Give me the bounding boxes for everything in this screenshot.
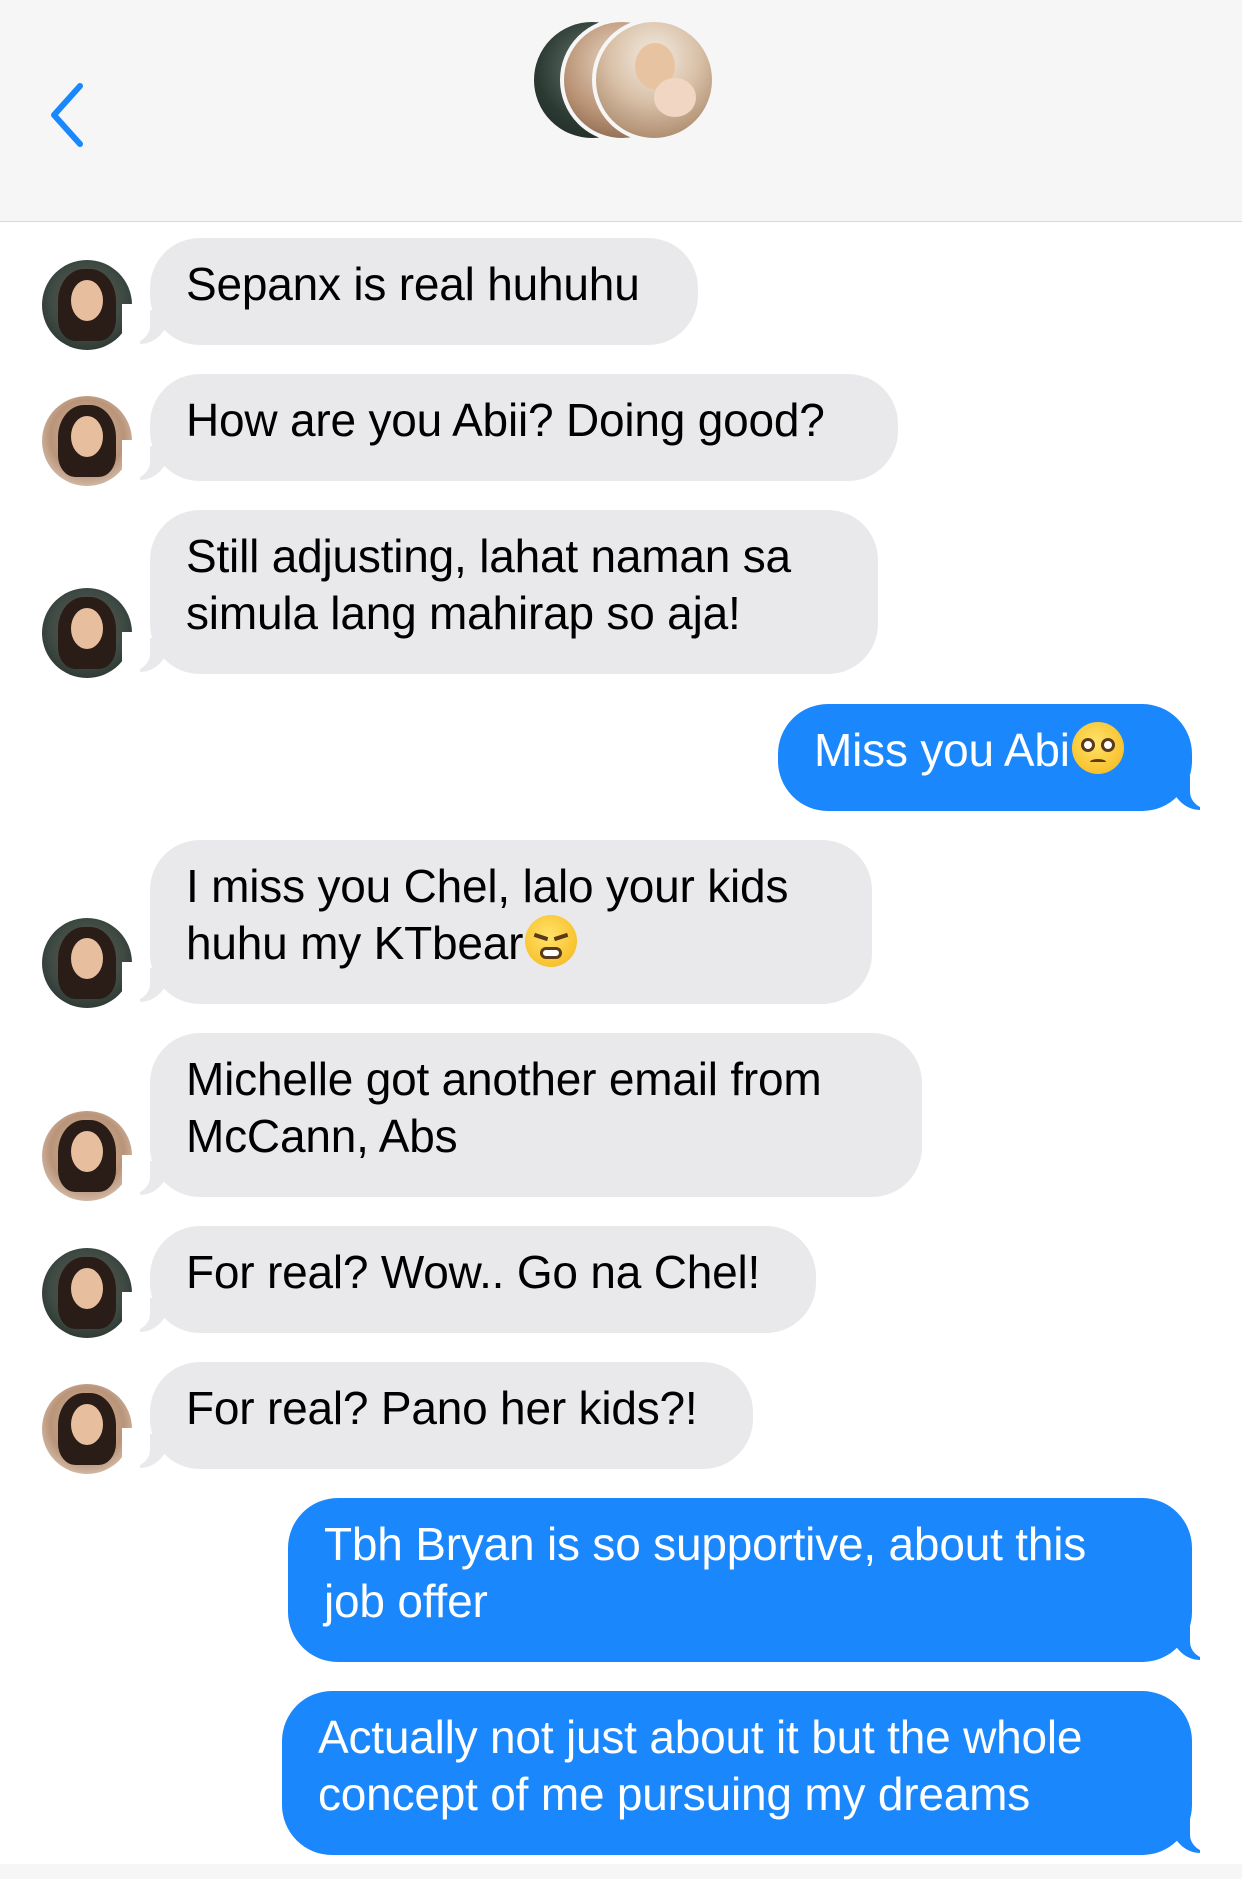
chevron-left-icon[interactable] xyxy=(44,80,94,150)
sender-avatar[interactable] xyxy=(42,260,132,350)
message-text-line-1: Michelle got another email from xyxy=(186,1053,822,1105)
message-row: Still adjusting, lahat naman sa simula l… xyxy=(0,510,1242,678)
conversation-header xyxy=(0,0,1242,222)
message-text: For real? Pano her kids?! xyxy=(186,1382,698,1434)
bottom-edge xyxy=(0,1864,1242,1879)
sender-avatar[interactable] xyxy=(42,918,132,1008)
message-row: Michelle got another email from McCann, … xyxy=(0,1033,1242,1201)
sender-avatar[interactable] xyxy=(42,1248,132,1338)
incoming-message-bubble[interactable]: For real? Wow.. Go na Chel! xyxy=(150,1226,816,1333)
message-row: For real? Wow.. Go na Chel! xyxy=(0,1226,1242,1338)
sender-avatar[interactable] xyxy=(42,1384,132,1474)
sender-avatar[interactable] xyxy=(42,396,132,486)
message-row: Tbh Bryan is so supportive, about this j… xyxy=(0,1498,1242,1664)
message-text-line-2: McCann, Abs xyxy=(186,1110,458,1162)
incoming-message-bubble[interactable]: For real? Pano her kids?! xyxy=(150,1362,753,1469)
message-text-line-2: job offer xyxy=(324,1575,488,1627)
message-row: Actually not just about it but the whole… xyxy=(0,1691,1242,1857)
message-row: Miss you Abi xyxy=(0,704,1242,814)
message-row: Sepanx is real huhuhu xyxy=(0,238,1242,350)
outgoing-message-bubble[interactable]: Tbh Bryan is so supportive, about this j… xyxy=(288,1498,1192,1662)
message-text: Sepanx is real huhuhu xyxy=(186,258,640,310)
message-text-line-1: Tbh Bryan is so supportive, about this xyxy=(324,1518,1087,1570)
message-text: Miss you Abi xyxy=(814,724,1070,776)
message-text: How are you Abii? Doing good? xyxy=(186,394,825,446)
message-row: I miss you Chel, lalo your kids huhu my … xyxy=(0,840,1242,1008)
message-text-line-2: simula lang mahirap so aja! xyxy=(186,587,741,639)
message-row: How are you Abii? Doing good? xyxy=(0,374,1242,486)
outgoing-message-bubble[interactable]: Miss you Abi xyxy=(778,704,1192,811)
message-text: For real? Wow.. Go na Chel! xyxy=(186,1246,761,1298)
group-avatar-stack[interactable] xyxy=(530,18,720,144)
tired-face-icon xyxy=(525,915,578,967)
incoming-message-bubble[interactable]: Sepanx is real huhuhu xyxy=(150,238,698,345)
message-text-line-2: concept of me pursuing my dreams xyxy=(318,1768,1031,1820)
pleading-face-icon xyxy=(1071,722,1124,774)
message-text-line-1: Actually not just about it but the whole xyxy=(318,1711,1083,1763)
outgoing-message-bubble[interactable]: Actually not just about it but the whole… xyxy=(282,1691,1192,1855)
message-row: For real? Pano her kids?! xyxy=(0,1362,1242,1474)
sender-avatar[interactable] xyxy=(42,1111,132,1201)
incoming-message-bubble[interactable]: I miss you Chel, lalo your kids huhu my … xyxy=(150,840,872,1004)
group-avatar-3 xyxy=(592,18,716,142)
incoming-message-bubble[interactable]: Michelle got another email from McCann, … xyxy=(150,1033,922,1197)
message-text-line-1: Still adjusting, lahat naman sa xyxy=(186,530,791,582)
message-text-line-1: I miss you Chel, lalo your kids xyxy=(186,860,789,912)
sender-avatar[interactable] xyxy=(42,588,132,678)
incoming-message-bubble[interactable]: How are you Abii? Doing good? xyxy=(150,374,898,481)
incoming-message-bubble[interactable]: Still adjusting, lahat naman sa simula l… xyxy=(150,510,878,674)
message-text-line-2: huhu my KTbear xyxy=(186,917,524,969)
